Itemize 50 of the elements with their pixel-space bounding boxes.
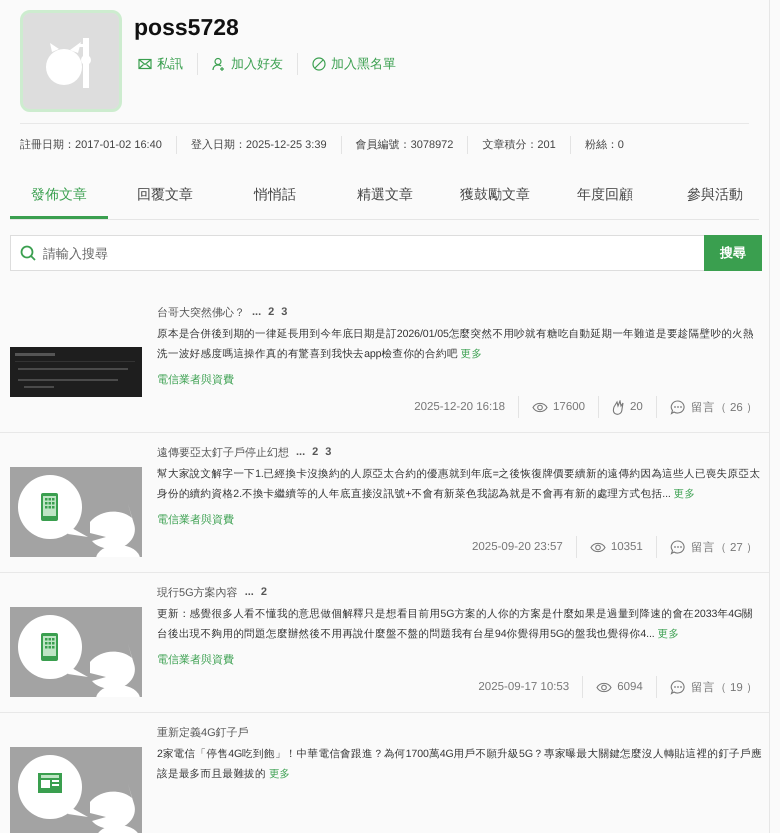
eye-icon — [590, 542, 606, 552]
envelope-icon — [138, 58, 152, 70]
post-date: 2025-09-17 10:53 — [478, 681, 570, 693]
post-excerpt: 幫大家說文解字一下1.已經換卡沒換約的人原亞太合約的優惠就到年底=之後恢復牌價要續新的遠傳約因為這些人已喪失原亞太身份的續約資格2.不換卡繼續等的人年底直接沒訊號+不會有新菜色我認為就是不會再有新的處理方式包括... 更多 — [157, 467, 762, 502]
post-date: 2025-09-20 23:57 — [472, 541, 563, 553]
tab[interactable]: 回覆文章 — [112, 186, 218, 219]
view-count: 6094 — [617, 681, 643, 693]
tab[interactable]: 參與活動 — [662, 186, 768, 219]
post-title[interactable]: 遠傳要亞太釘子戶停止幻想 — [157, 444, 289, 460]
page-link[interactable]: 2 — [260, 586, 267, 598]
view-count: 10351 — [610, 541, 643, 553]
post-title[interactable]: 重新定義4G釘子戶 — [157, 724, 249, 740]
page-link[interactable]: 2 — [268, 306, 274, 318]
page-link[interactable]: 2 — [312, 446, 318, 458]
page-link[interactable]: 3 — [281, 306, 288, 318]
post-date: 2025-12-20 16:18 — [414, 401, 506, 413]
comment-count: 留言（ 26 ） — [690, 400, 758, 414]
comment-count: 留言（ 27 ） — [690, 540, 758, 554]
comment-icon — [670, 680, 686, 694]
tab[interactable]: 獲鼓勵文章 — [442, 186, 548, 219]
username: poss5728 — [134, 14, 240, 41]
page-link[interactable]: ... — [296, 446, 306, 458]
like-count: 20 — [630, 401, 643, 413]
search-field[interactable]: 請輸入搜尋 — [10, 235, 704, 271]
clap-icon — [612, 400, 626, 414]
profile-stat: 會員編號：3078972 — [340, 136, 468, 154]
post-title[interactable]: 現行5G方案內容 — [157, 584, 238, 600]
profile-stat: 登入日期：2025-12-25 3:39 — [176, 136, 341, 154]
add-person-icon — [212, 57, 226, 71]
search-icon — [20, 245, 36, 261]
post-excerpt: 原本是合併後到期的一律延長用到今年底日期是訂2026/01/05怎麼突然不用吵就有糖吃自動延期一年難道是要趁隔壁吵的火熱洗一波好感度嗎這操作真的有驚喜到我快去app檢查你的合約吧 更多 — [157, 327, 756, 362]
profile-stat: 註冊日期：2017-01-02 16:40 — [20, 138, 163, 153]
profile-stat: 粉絲：0 — [570, 136, 638, 154]
eye-icon — [532, 402, 548, 412]
view-count: 17600 — [553, 401, 586, 413]
tab[interactable]: 年度回顧 — [552, 186, 658, 219]
profile-stat: 文章積分：201 — [467, 136, 570, 154]
page-link[interactable]: ... — [252, 306, 262, 318]
post-excerpt: 更新：感覺很多人看不懂我的意思做個解釋只是想看目前用5G方案的人你的方案是什麼如果是過量到降速的會在2033年4G關台後出現不夠用的問題怎麼辦然後不用再說什麼盤不盤的問題我有台星94你覺得用5G的盤我也覺得你4... 更多 — [157, 607, 754, 642]
comment-count: 留言（ 19 ） — [690, 680, 758, 694]
page-link[interactable]: ... — [244, 586, 254, 598]
page-link[interactable]: 3 — [325, 446, 332, 458]
ban-icon — [312, 57, 326, 71]
eye-icon — [596, 682, 612, 692]
comment-icon — [670, 540, 686, 554]
comment-icon — [670, 400, 686, 414]
tab[interactable]: 悄悄話 — [222, 186, 328, 219]
post-title[interactable]: 台哥大突然佛心？ — [157, 304, 245, 320]
tab[interactable]: 精選文章 — [332, 186, 438, 219]
post-excerpt: 2家電信「停售4G吃到飽」！中華電信會跟進？為何1700萬4G用戶不願升級5G？專家曝最大關鍵怎麼沒人轉貼這裡的釘子戶應該是最多而且最難拔的 更多 — [157, 747, 762, 782]
